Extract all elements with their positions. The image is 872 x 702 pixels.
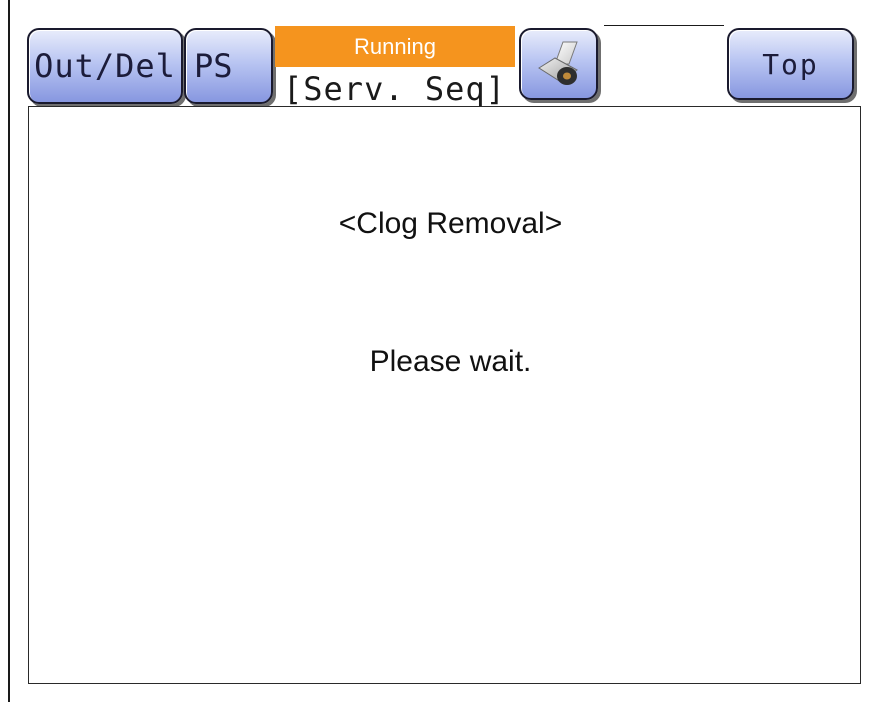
- status-indicator: Running: [275, 26, 515, 67]
- hmi-screen: Out/Del PS Running [Serv. Seq] Top <Clog…: [0, 0, 872, 702]
- ps-button[interactable]: PS: [184, 28, 273, 104]
- out-del-label: Out/Del: [34, 47, 176, 85]
- out-del-button[interactable]: Out/Del: [27, 28, 183, 104]
- header-divider: [604, 25, 724, 26]
- clog-removal-heading: <Clog Removal>: [338, 207, 563, 240]
- please-wait-message: Please wait.: [369, 345, 532, 378]
- content-panel: <Clog Removal> Please wait.: [28, 106, 861, 684]
- left-border: [8, 0, 10, 702]
- screen-title: [Serv. Seq]: [283, 70, 506, 108]
- top-label: Top: [762, 47, 819, 81]
- paper-roll-button[interactable]: [519, 28, 598, 100]
- status-text: Running: [354, 33, 436, 59]
- top-button[interactable]: Top: [727, 28, 854, 100]
- ps-label: PS: [194, 47, 233, 85]
- paper-roll-icon: [537, 41, 578, 85]
